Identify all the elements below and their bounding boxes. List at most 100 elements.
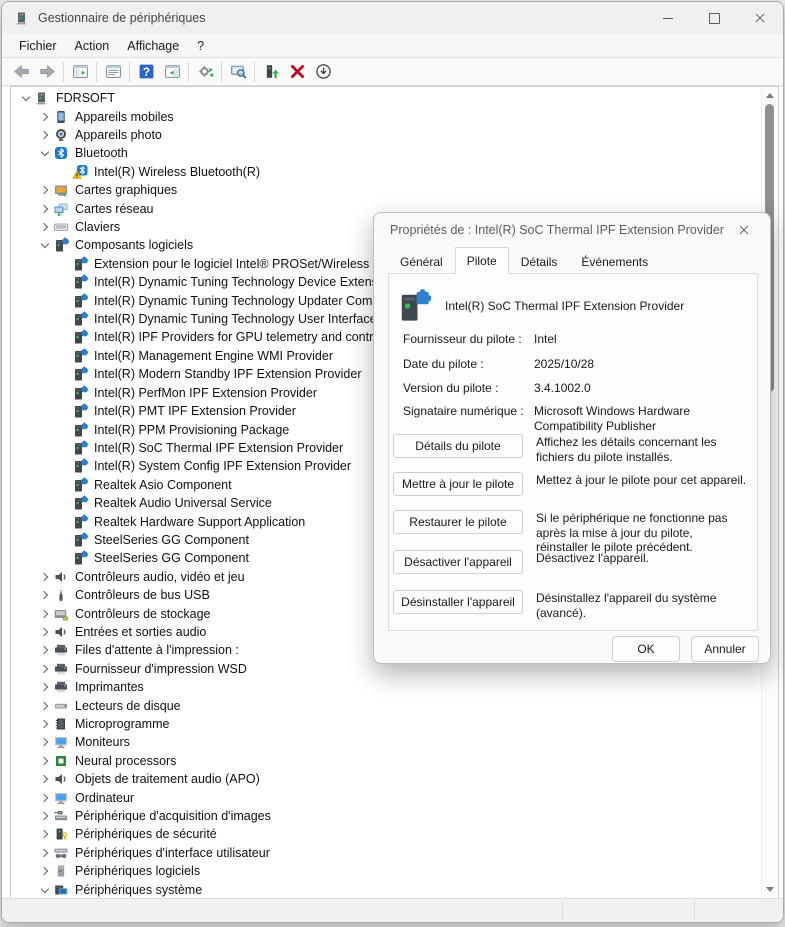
tree-item[interactable]: Imprimantes — [11, 678, 762, 696]
chevron-right-icon[interactable] — [36, 679, 53, 695]
chevron-right-icon[interactable] — [36, 771, 53, 787]
chevron-right-icon[interactable] — [36, 201, 53, 217]
chevron-spacer — [55, 366, 72, 382]
scroll-down-button[interactable] — [762, 882, 777, 897]
ok-button[interactable]: OK — [612, 636, 680, 662]
chevron-right-icon[interactable] — [36, 606, 53, 622]
chevron-spacer — [55, 458, 72, 474]
chevron-right-icon[interactable] — [36, 642, 53, 658]
update-driver-icon — [197, 63, 214, 80]
tree-item[interactable]: Lecteurs de disque — [11, 696, 762, 714]
driver-field: Signataire numérique :Microsoft Windows … — [403, 404, 747, 418]
title-bar[interactable]: Gestionnaire de périphériques — [2, 2, 783, 34]
close-button[interactable] — [737, 2, 783, 34]
action-button[interactable]: Mettre à jour le pilote — [393, 472, 523, 496]
tree-item[interactable]: Périphériques système — [11, 880, 762, 898]
field-value: 2025/10/28 — [534, 357, 746, 372]
action-button[interactable]: Désactiver l'appareil — [393, 550, 523, 574]
tree-item[interactable]: Bluetooth — [11, 144, 762, 162]
chevron-down-icon[interactable] — [36, 145, 53, 161]
tree-item-label: Claviers — [75, 220, 120, 234]
toolbar-button-properties[interactable] — [100, 60, 126, 83]
tree-item[interactable]: Cartes graphiques — [11, 181, 762, 199]
menu-item[interactable]: Action — [66, 37, 119, 55]
forward-icon — [39, 63, 56, 80]
tree-item[interactable]: Neural processors — [11, 752, 762, 770]
software-icon — [72, 366, 88, 382]
chevron-right-icon[interactable] — [36, 716, 53, 732]
chevron-right-icon[interactable] — [36, 790, 53, 806]
chevron-down-icon[interactable] — [36, 882, 53, 898]
toolbar-button-scan-hardware[interactable] — [225, 60, 251, 83]
toolbar-button-disable-device[interactable] — [310, 60, 336, 83]
software-icon — [72, 532, 88, 548]
dialog-tab[interactable]: Général — [388, 251, 455, 273]
tree-item[interactable]: Moniteurs — [11, 733, 762, 751]
chevron-spacer — [55, 550, 72, 566]
action-button[interactable]: Restaurer le pilote — [393, 510, 523, 534]
tree-item-label: SteelSeries GG Component — [94, 551, 249, 565]
tree-item[interactable]: Microprogramme — [11, 715, 762, 733]
action-button[interactable]: Désinstaller l'appareil — [393, 590, 523, 614]
tree-item[interactable]: Ordinateur — [11, 788, 762, 806]
dialog-tab[interactable]: Événements — [569, 251, 660, 273]
tree-item-label: Composants logiciels — [75, 238, 193, 252]
chevron-right-icon[interactable] — [36, 587, 53, 603]
menu-item[interactable]: Affichage — [118, 37, 188, 55]
chevron-down-icon[interactable] — [36, 237, 53, 253]
tree-item[interactable]: Objets de traitement audio (APO) — [11, 770, 762, 788]
tree-item[interactable]: Intel(R) Wireless Bluetooth(R) — [11, 163, 762, 181]
toolbar-button-update-driver[interactable] — [192, 60, 218, 83]
toolbar-separator — [254, 62, 255, 82]
toolbar-button-show-console-tree[interactable] — [67, 60, 93, 83]
device-icon — [395, 288, 431, 324]
driver-field: Fournisseur du pilote :Intel — [403, 332, 747, 346]
chevron-right-icon[interactable] — [36, 219, 53, 235]
minimize-button[interactable] — [645, 2, 691, 34]
tree-item[interactable]: Appareils photo — [11, 126, 762, 144]
gpu-icon — [53, 182, 69, 198]
cancel-button[interactable]: Annuler — [691, 636, 759, 662]
tree-item-label: Cartes graphiques — [75, 183, 177, 197]
tree-item-label: Realtek Asio Component — [94, 478, 232, 492]
chevron-right-icon[interactable] — [36, 624, 53, 640]
chevron-right-icon[interactable] — [36, 734, 53, 750]
tree-item-label: Files d'attente à l'impression : — [75, 643, 239, 657]
tree-item[interactable]: Périphériques d'interface utilisateur — [11, 844, 762, 862]
toolbar-button-forward[interactable] — [34, 60, 60, 83]
scroll-up-button[interactable] — [762, 88, 777, 103]
chevron-down-icon[interactable] — [17, 90, 34, 106]
toolbar-button-install-driver[interactable] — [258, 60, 284, 83]
software-icon — [72, 329, 88, 345]
chevron-right-icon[interactable] — [36, 109, 53, 125]
chevron-spacer — [55, 385, 72, 401]
chevron-spacer — [55, 532, 72, 548]
menu-item[interactable]: ? — [188, 37, 213, 55]
chevron-right-icon[interactable] — [36, 845, 53, 861]
chevron-right-icon[interactable] — [36, 808, 53, 824]
toolbar-button-back[interactable] — [8, 60, 34, 83]
chevron-right-icon[interactable] — [36, 826, 53, 842]
menu-item[interactable]: Fichier — [10, 37, 66, 55]
maximize-button[interactable] — [691, 2, 737, 34]
chevron-right-icon[interactable] — [36, 753, 53, 769]
tree-item[interactable]: Périphérique d'acquisition d'images — [11, 807, 762, 825]
tree-item[interactable]: FDRSOFT — [11, 89, 762, 107]
dialog-tab[interactable]: Pilote — [455, 247, 509, 274]
toolbar-button-uninstall-device[interactable] — [284, 60, 310, 83]
tree-item[interactable]: Appareils mobiles — [11, 107, 762, 125]
dialog-close-button[interactable] — [724, 215, 764, 245]
tree-item[interactable]: Périphériques de sécurité — [11, 825, 762, 843]
toolbar-button-help[interactable] — [133, 60, 159, 83]
dialog-tab[interactable]: Détails — [509, 251, 570, 273]
chevron-right-icon[interactable] — [36, 863, 53, 879]
dialog-title-bar[interactable]: Propriétés de : Intel(R) SoC Thermal IPF… — [374, 213, 770, 247]
chevron-right-icon[interactable] — [36, 127, 53, 143]
toolbar-button-action-pane[interactable] — [159, 60, 185, 83]
chevron-right-icon[interactable] — [36, 569, 53, 585]
action-button[interactable]: Détails du pilote — [393, 434, 523, 458]
tree-item[interactable]: Périphériques logiciels — [11, 862, 762, 880]
chevron-right-icon[interactable] — [36, 182, 53, 198]
chevron-right-icon[interactable] — [36, 661, 53, 677]
chevron-right-icon[interactable] — [36, 698, 53, 714]
